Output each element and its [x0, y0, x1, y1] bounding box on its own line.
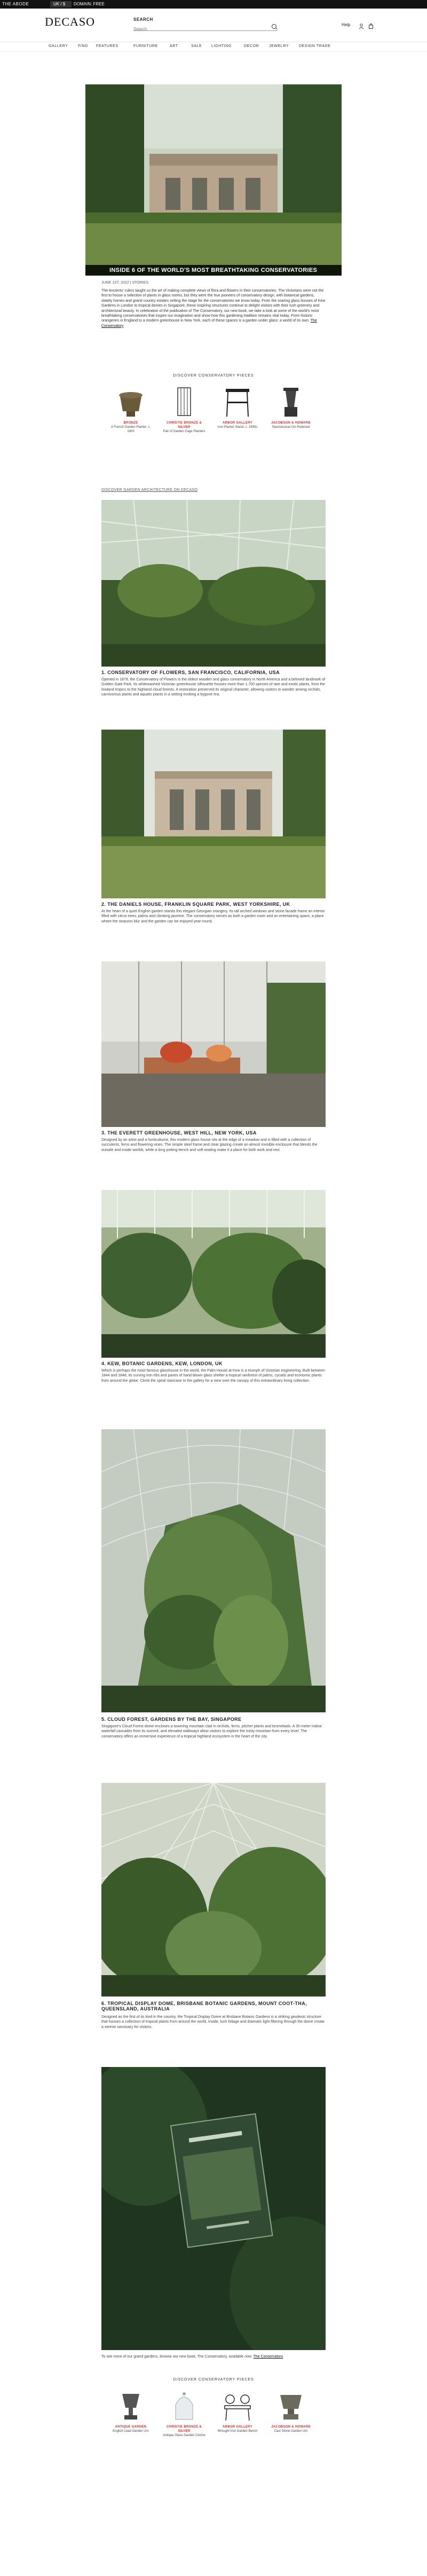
- search-input[interactable]: [133, 26, 262, 32]
- nav-item-decor[interactable]: DECOR: [244, 44, 259, 48]
- cart-icon[interactable]: [368, 22, 374, 29]
- section-title: 6. TROPICAL DISPLAY DOME, BRISBANE BOTAN…: [101, 2001, 307, 2011]
- nav-item-gallery[interactable]: GALLERY: [49, 44, 68, 48]
- section-photo: [101, 1190, 326, 1358]
- nav-item-jewelry[interactable]: JEWELRY: [269, 44, 289, 48]
- product-image: [222, 2390, 254, 2423]
- product-card[interactable]: CHRISTIE BRONZE & SILVER Antique Glass G…: [163, 2390, 205, 2438]
- section-body: Designed by an artist and a horticulturi…: [101, 1138, 318, 1152]
- product-image: [275, 386, 307, 419]
- product-image: [275, 2390, 307, 2423]
- main-nav: GALLERY FIND FEATURES FURNITURE ART SALE…: [0, 42, 427, 52]
- product-card[interactable]: JACOBSON & HOWARD Neoclassical Urn Pedes…: [270, 386, 312, 429]
- nav-item-lighting[interactable]: LIGHTING: [211, 44, 232, 48]
- help-link[interactable]: Help: [342, 22, 350, 27]
- product-card[interactable]: BRONZE A French Garden Planter, c. 1900: [109, 386, 152, 434]
- product-card[interactable]: CHRISTIE BRONZE & SILVER Pair of Garden …: [163, 386, 205, 434]
- section-body: Which is perhaps the most famous glassho…: [101, 1369, 325, 1383]
- nav-item-furniture[interactable]: FURNITURE: [133, 44, 158, 48]
- shop-title: DISCOVER CONSERVATORY PIECES: [173, 374, 254, 378]
- section-body: Opened in 1879, the Conservatory of Flow…: [101, 678, 326, 697]
- section-title: 4. KEW, BOTANIC GARDENS, KEW, LONDON, UK: [101, 1361, 223, 1366]
- product-card[interactable]: ARBOR GALLERY Iron Planter Stand, c. 189…: [216, 386, 259, 429]
- top-bar-domain: DOMAIN: FREE: [74, 2, 105, 6]
- section-body: At the heart of a quiet English garden s…: [101, 910, 325, 923]
- book-image: [101, 2067, 326, 2350]
- section-photo: [101, 1783, 326, 1996]
- top-bar-label: THE ABODE: [2, 2, 29, 6]
- top-bar: THE ABODE UK / $ DOMAIN: FREE: [0, 0, 427, 9]
- product-card[interactable]: ARBOR GALLERY Wrought Iron Garden Bench: [216, 2390, 259, 2433]
- nav-item-art[interactable]: ART: [170, 44, 178, 48]
- hero-caption: INSIDE 6 OF THE WORLD'S MOST BREATHTAKIN…: [85, 265, 342, 276]
- product-image: [168, 386, 200, 419]
- hero-illustration: [85, 84, 342, 276]
- section-body: Designed as the first of its kind in the…: [101, 2015, 325, 2029]
- section-title: 1. CONSERVATORY OF FLOWERS, SAN FRANCISC…: [101, 670, 280, 675]
- product-card[interactable]: JACOBSON & HOWARD Cast Stone Garden Urn: [270, 2390, 312, 2433]
- nav-item-design-trade[interactable]: DESIGN TRADE: [299, 44, 331, 48]
- book-caption: To see more of our grand gardens, browse…: [101, 2355, 283, 2359]
- account-icon[interactable]: [359, 22, 364, 29]
- product-image: [115, 386, 147, 419]
- section-title: 2. THE DANIELS HOUSE, FRANKLIN SQUARE PA…: [101, 902, 290, 907]
- nav-item-find[interactable]: FIND: [78, 44, 88, 48]
- book-link[interactable]: The Conservatory: [253, 2355, 283, 2359]
- article-intro: The Ancients' rulers taught us the art o…: [101, 289, 326, 328]
- site-header: DECASO SEARCH Help: [0, 9, 427, 42]
- site-logo[interactable]: DECASO: [45, 15, 95, 28]
- product-card[interactable]: ANTIQUE GARDEN English Lead Garden Urn: [109, 2390, 152, 2433]
- garden-architecture-link[interactable]: DISCOVER GARDEN ARCHITECTURE ON DECASO: [101, 488, 197, 492]
- section-title: 5. CLOUD FOREST, GARDENS BY THE BAY, SIN…: [101, 1717, 242, 1722]
- product-image: [115, 2390, 147, 2423]
- shop-title: DISCOVER CONSERVATORY PIECES: [173, 2378, 254, 2382]
- section-title: 3. THE EVERETT GREENHOUSE, WEST HILL, NE…: [101, 1130, 257, 1136]
- nav-item-sale[interactable]: SALE: [191, 44, 202, 48]
- search-box: [133, 24, 278, 32]
- section-body: Singapore's Cloud Forest dome encloses a…: [101, 1725, 322, 1739]
- product-image: [168, 2390, 200, 2423]
- section-photo: [101, 1429, 326, 1712]
- product-image: [222, 386, 254, 419]
- section-photo: [101, 961, 326, 1127]
- hero-image: INSIDE 6 OF THE WORLD'S MOST BREATHTAKIN…: [85, 84, 342, 276]
- search-label: SEARCH: [133, 17, 153, 22]
- nav-item-features[interactable]: FEATURES: [96, 44, 118, 48]
- article-meta: JUNE 1ST, 2022 | STORIES: [101, 281, 149, 285]
- search-icon[interactable]: [272, 24, 276, 29]
- section-photo: [101, 500, 326, 667]
- currency-selector[interactable]: UK / $: [50, 1, 72, 7]
- section-photo: [101, 730, 326, 898]
